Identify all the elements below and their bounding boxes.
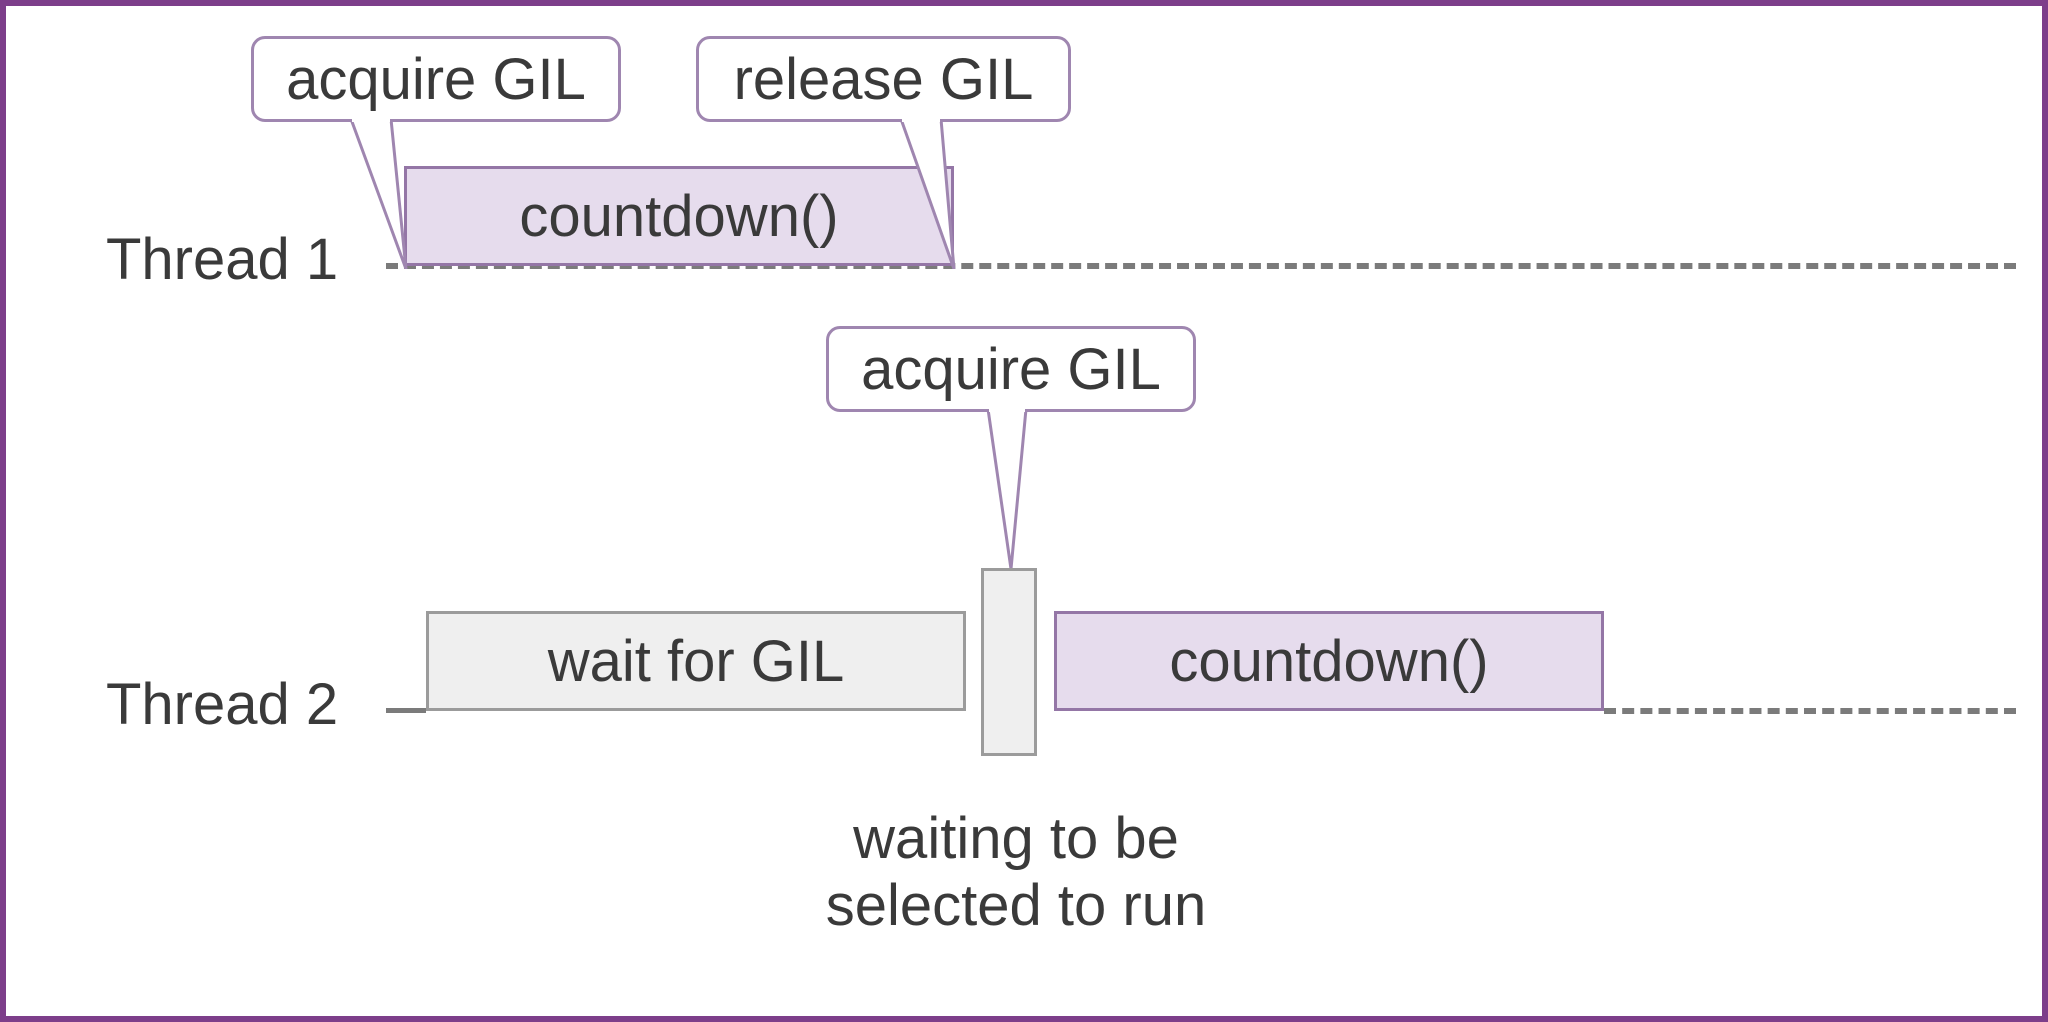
thread2-wait-text: wait for GIL [548,628,845,695]
thread2-countdown-box: countdown() [1054,611,1604,711]
thread1-countdown-box: countdown() [404,166,954,266]
footer-note: waiting to be selected to run [736,806,1296,939]
thread2-countdown-text: countdown() [1169,628,1488,695]
footer-note-line1: waiting to be [736,806,1296,873]
diagram-stage: Thread 1 countdown() acquire GIL release… [6,6,2042,1016]
callout-acquire-gil-mid: acquire GIL [826,326,1196,412]
callout-release-gil-top-text: release GIL [734,46,1034,113]
footer-note-line2: selected to run [736,873,1296,940]
thread2-timeline-lead [386,708,426,713]
callout-acquire-gil-mid-tail [966,409,1056,569]
thread2-timeline-trail [1604,708,2016,714]
diagram-frame: Thread 1 countdown() acquire GIL release… [0,0,2048,1022]
thread1-countdown-text: countdown() [519,183,838,250]
callout-release-gil-top-tail [886,119,996,269]
thread2-wait-box: wait for GIL [426,611,966,711]
callout-acquire-gil-mid-text: acquire GIL [861,336,1161,403]
callout-acquire-gil-top: acquire GIL [251,36,621,122]
thread2-label: Thread 2 [106,671,338,738]
thread1-label: Thread 1 [106,226,338,293]
thread2-selection-box [981,568,1037,756]
callout-acquire-gil-top-text: acquire GIL [286,46,586,113]
callout-acquire-gil-top-tail [336,119,446,269]
callout-release-gil-top: release GIL [696,36,1071,122]
